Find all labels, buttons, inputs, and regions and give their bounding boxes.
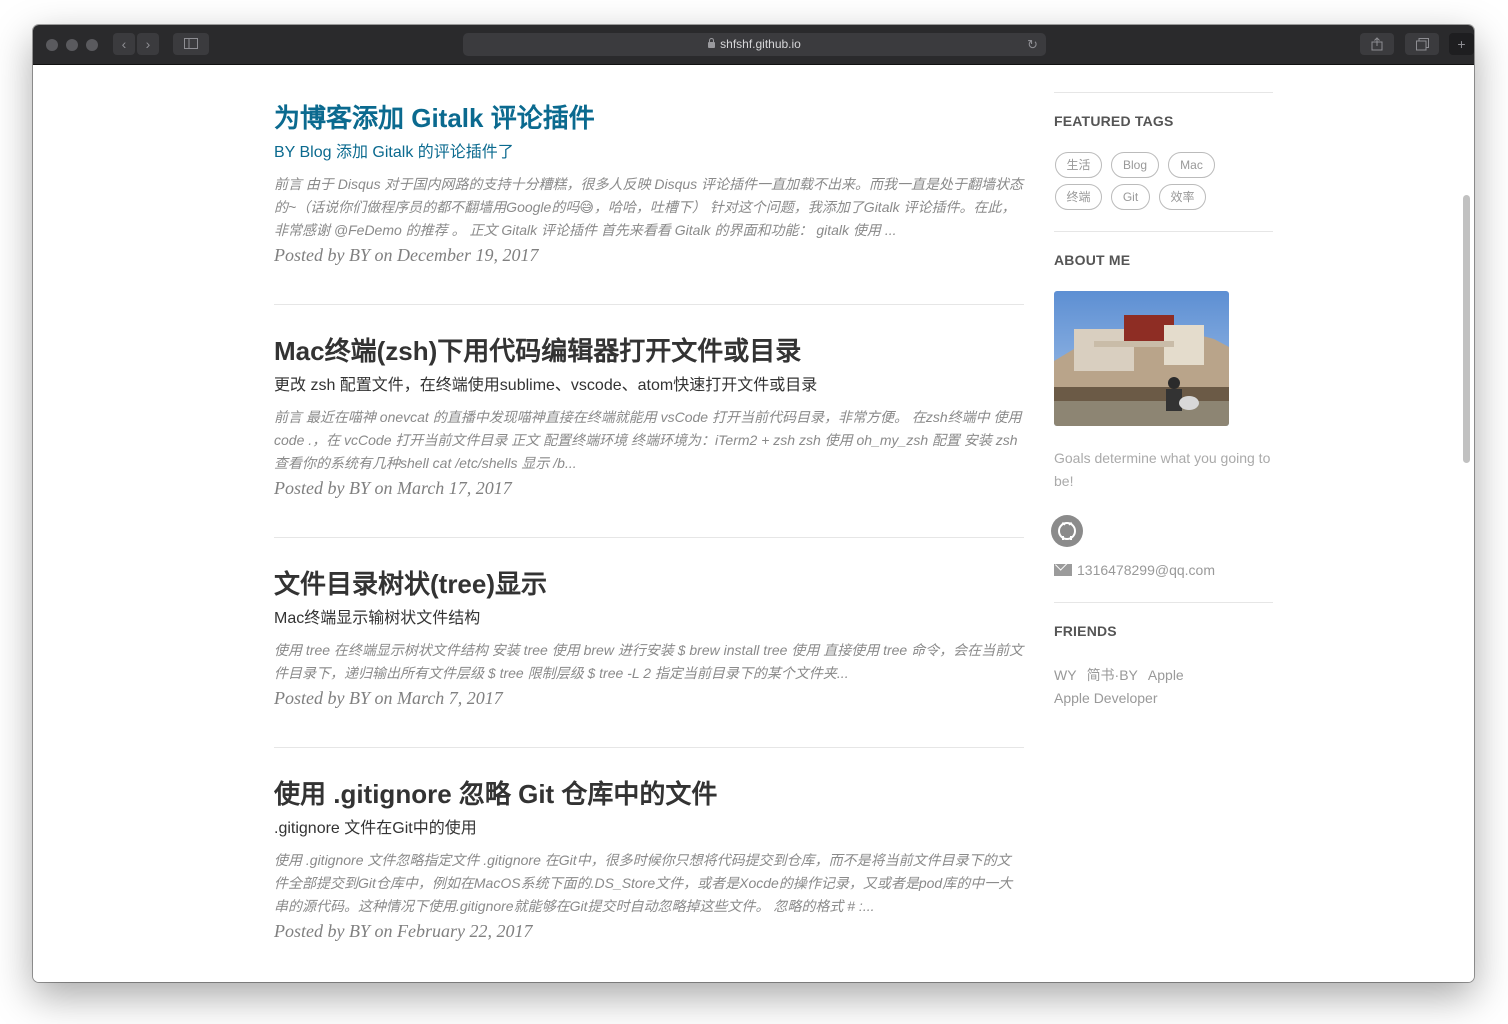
post-divider [274, 537, 1024, 538]
post-meta: Posted by BY on March 7, 2017 [274, 688, 503, 708]
featured-tags-heading: FEATURED TAGS [1054, 113, 1174, 129]
share-icon [1371, 37, 1383, 51]
friend-link[interactable]: 简书·BY [1087, 667, 1138, 683]
post-item: 使用 .gitignore 忽略 Git 仓库中的文件 .gitignore 文… [274, 778, 1024, 942]
url-text: shfshf.github.io [720, 37, 801, 51]
post-excerpt: 前言 由于 Disqus 对于国内网路的支持十分糟糕，很多人反映 Disqus … [274, 176, 1024, 238]
post-item: 文件目录树状(tree)显示 Mac终端显示输树状文件结构 使用 tree 在终… [274, 568, 1024, 709]
share-button[interactable] [1360, 33, 1394, 55]
post-subtitle[interactable]: BY Blog 添加 Gitalk 的评论插件了 [274, 143, 1024, 163]
sidebar-divider [1054, 231, 1273, 232]
plus-icon: + [1457, 36, 1466, 52]
friends-heading: FRIENDS [1054, 623, 1117, 639]
post-divider [274, 304, 1024, 305]
tag-chip[interactable]: Mac [1168, 152, 1215, 178]
post-title[interactable]: Mac终端(zsh)下用代码编辑器打开文件或目录 [274, 335, 1024, 367]
post-title[interactable]: 使用 .gitignore 忽略 Git 仓库中的文件 [274, 778, 1024, 810]
post-excerpt: 前言 最近在喵神 onevcat 的直播中发现喵神直接在终端就能用 vsCode… [274, 409, 1022, 471]
back-button[interactable]: ‹ [113, 33, 135, 55]
post-item: Mac终端(zsh)下用代码编辑器打开文件或目录 更改 zsh 配置文件，在终端… [274, 335, 1024, 499]
friend-link[interactable]: Apple Developer [1054, 690, 1158, 706]
minimize-window-button[interactable] [66, 39, 78, 51]
tag-chip[interactable]: 效率 [1159, 184, 1206, 210]
about-me-heading: ABOUT ME [1054, 252, 1131, 268]
friends-list: WY 简书·BY Apple Apple Developer [1054, 664, 1273, 710]
reload-icon[interactable]: ↻ [1027, 33, 1038, 56]
post-meta: Posted by BY on February 22, 2017 [274, 921, 533, 941]
post-subtitle[interactable]: 更改 zsh 配置文件，在终端使用sublime、vscode、atom快速打开… [274, 376, 1024, 396]
github-icon [1058, 521, 1076, 540]
post-title[interactable]: 文件目录树状(tree)显示 [274, 568, 1024, 600]
post-meta: Posted by BY on March 17, 2017 [274, 478, 512, 498]
post-subtitle[interactable]: Mac终端显示输树状文件结构 [274, 609, 1024, 629]
post-subtitle[interactable]: .gitignore 文件在Git中的使用 [274, 819, 1024, 839]
post-divider [274, 747, 1024, 748]
sidebar-icon [184, 38, 198, 49]
github-link[interactable] [1051, 515, 1083, 547]
new-tab-button[interactable]: + [1449, 33, 1474, 55]
post-title[interactable]: 为博客添加 Gitalk 评论插件 [274, 102, 1024, 134]
sidebar-divider [1054, 602, 1273, 603]
post-excerpt: 使用 tree 在终端显示树状文件结构 安装 tree 使用 brew 进行安装… [274, 642, 1024, 681]
post-excerpt: 使用 .gitignore 文件忽略指定文件 .gitignore 在Git中，… [274, 852, 1013, 914]
close-window-button[interactable] [46, 39, 58, 51]
zoom-window-button[interactable] [86, 39, 98, 51]
lock-icon [708, 38, 716, 48]
email-link[interactable]: 1316478299@qq.com [1054, 562, 1215, 578]
chevron-left-icon: ‹ [121, 36, 127, 52]
post-meta: Posted by BY on December 19, 2017 [274, 245, 539, 265]
tabs-overview-button[interactable] [1405, 33, 1439, 55]
friend-link[interactable]: WY [1054, 667, 1077, 683]
bio-text: Goals determine what you going to be! [1054, 450, 1271, 489]
browser-window: ‹ › shfshf.github.io ↻ + 为博客添加 Gitalk 评论… [33, 25, 1474, 982]
chevron-right-icon: › [145, 36, 151, 52]
profile-photo [1054, 291, 1229, 426]
address-bar[interactable]: shfshf.github.io ↻ [463, 33, 1046, 56]
tag-chip[interactable]: Git [1111, 184, 1150, 210]
sidebar-toggle-button[interactable] [173, 33, 209, 55]
email-text: 1316478299@qq.com [1077, 562, 1215, 578]
browser-toolbar: ‹ › shfshf.github.io ↻ + [33, 25, 1474, 65]
page-content: 为博客添加 Gitalk 评论插件 BY Blog 添加 Gitalk 的评论插… [33, 65, 1474, 982]
tag-chip[interactable]: Blog [1111, 152, 1159, 178]
friend-link[interactable]: Apple [1148, 667, 1184, 683]
envelope-icon [1054, 564, 1072, 576]
tag-chip[interactable]: 终端 [1055, 184, 1102, 210]
sidebar-divider [1054, 92, 1273, 93]
tag-chip[interactable]: 生活 [1055, 152, 1102, 178]
forward-button[interactable]: › [137, 33, 159, 55]
tabs-icon [1415, 38, 1429, 51]
scrollbar[interactable] [1463, 195, 1470, 463]
post-item: 为博客添加 Gitalk 评论插件 BY Blog 添加 Gitalk 的评论插… [274, 102, 1024, 266]
